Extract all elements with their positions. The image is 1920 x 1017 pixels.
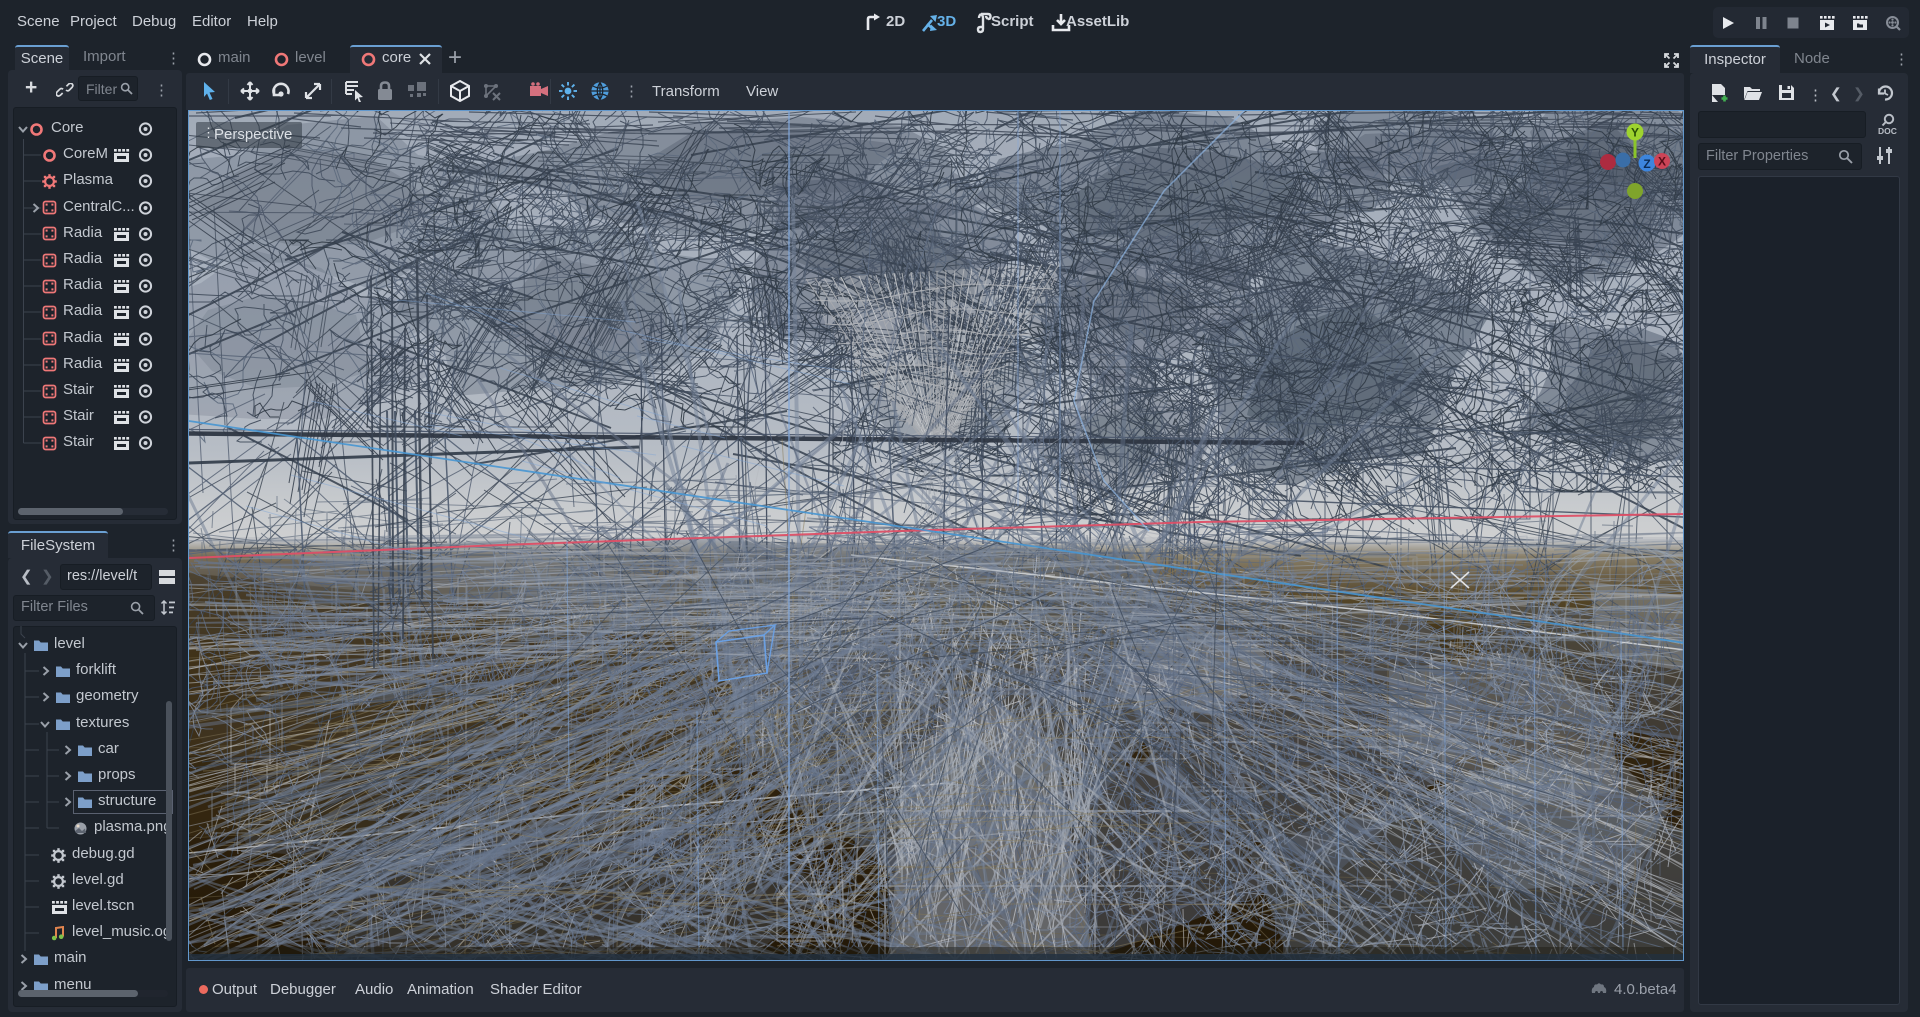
svg-text:X: X	[1658, 155, 1666, 169]
svg-text:Z: Z	[1643, 157, 1650, 171]
svg-text:Y: Y	[1631, 126, 1639, 140]
svg-text:DOC: DOC	[1878, 126, 1897, 136]
